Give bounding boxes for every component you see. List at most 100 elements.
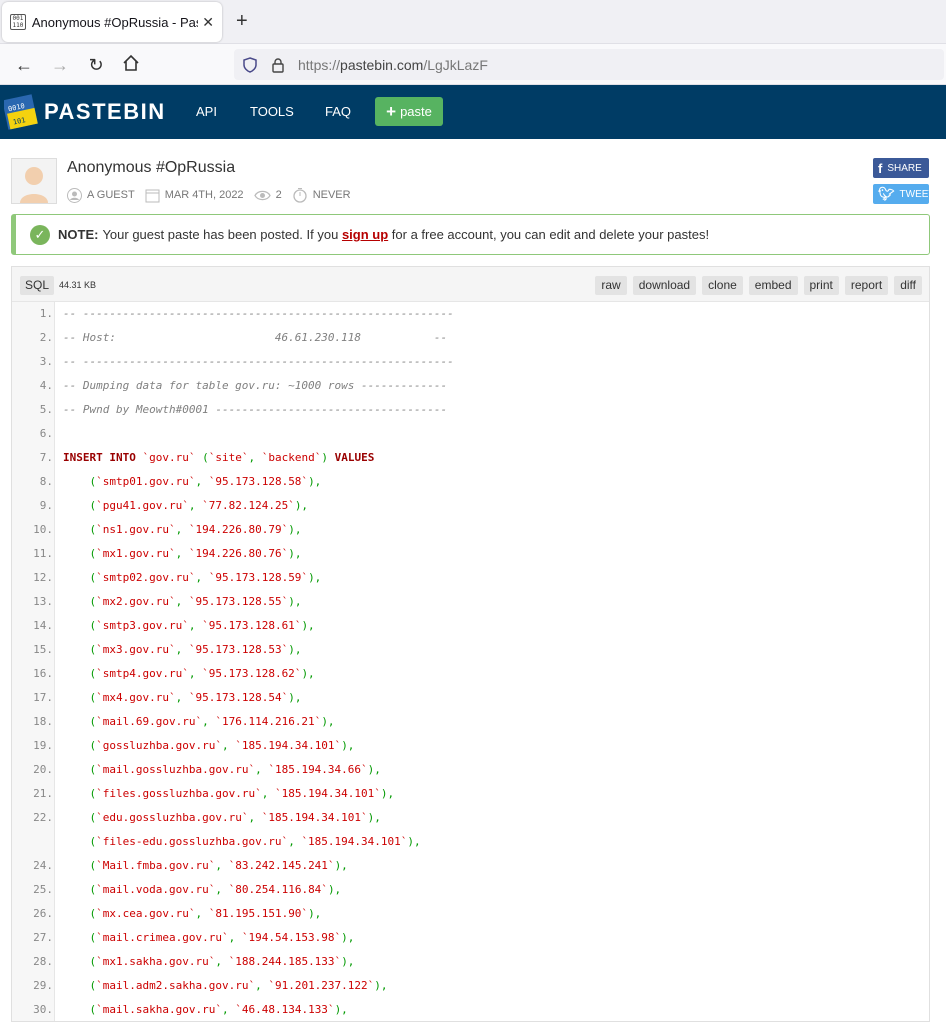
line-content: (`mail.voda.gov.ru`, `80.254.116.84`),: [63, 878, 341, 902]
new-paste-button[interactable]: + paste: [375, 97, 443, 126]
sql-punctuation: ,: [175, 643, 189, 656]
note-label: NOTE:: [58, 227, 99, 242]
date-meta: MAR 4TH, 2022: [145, 188, 244, 203]
pastebin-logo-icon[interactable]: 0010 101: [2, 93, 38, 131]
home-icon[interactable]: [120, 54, 142, 76]
sql-punctuation: (: [63, 643, 97, 656]
sql-punctuation: ,: [248, 811, 262, 824]
new-tab-icon[interactable]: +: [236, 10, 248, 32]
forward-icon[interactable]: →: [49, 54, 71, 76]
diff-button[interactable]: diff: [894, 276, 922, 295]
nav-api[interactable]: API: [196, 104, 217, 119]
sql-punctuation: (: [63, 547, 97, 560]
sql-punctuation: (: [63, 691, 97, 704]
sql-punctuation: ,: [195, 571, 209, 584]
ip-value: `46.48.134.133`: [235, 1003, 335, 1016]
eye-icon: [253, 190, 271, 200]
site-logo-text[interactable]: PASTEBIN: [44, 99, 166, 125]
sql-punctuation: ,: [255, 979, 269, 992]
syntax-language-badge[interactable]: SQL: [20, 276, 55, 295]
sql-punctuation: ,: [255, 763, 269, 776]
share-label: SHARE: [887, 162, 922, 174]
sql-punctuation: ),: [334, 1003, 348, 1016]
lock-icon[interactable]: [270, 57, 286, 73]
raw-button[interactable]: raw: [595, 276, 627, 295]
line-number: 14.: [33, 619, 53, 632]
code-panel: SQL 44.31 KB raw download clone embed pr…: [11, 266, 930, 1022]
site-value: `smtp02.gov.ru`: [96, 571, 196, 584]
sql-punctuation: ),: [308, 571, 322, 584]
calendar-icon: [145, 189, 160, 202]
shield-icon[interactable]: [242, 56, 258, 73]
sql-punctuation: ,: [195, 907, 209, 920]
facebook-share-button[interactable]: f SHARE: [873, 158, 929, 178]
download-button[interactable]: download: [632, 276, 697, 295]
paste-date: MAR 4TH, 2022: [164, 189, 244, 201]
code-line: 22. (`edu.gossluzhba.gov.ru`, `185.194.3…: [12, 806, 929, 830]
line-number: 13.: [33, 595, 53, 608]
line-content: (`mx4.gov.ru`, `95.173.128.54`),: [63, 686, 301, 710]
print-button[interactable]: print: [803, 276, 839, 295]
code-line: 6.: [12, 422, 929, 446]
line-content: -- -------------------------------------…: [63, 302, 454, 326]
sql-punctuation: ),: [380, 787, 395, 800]
code-line: 4. -- Dumping data for table gov.ru: ~100…: [12, 374, 929, 398]
line-number: 3.: [39, 355, 53, 368]
site-value: `mx1.gov.ru`: [96, 547, 176, 560]
address-bar[interactable]: https://pastebin.com/LgJkLazF: [234, 49, 944, 80]
back-icon[interactable]: ←: [13, 54, 35, 76]
sql-punctuation: ,: [175, 547, 189, 560]
sql-punctuation: (: [63, 883, 97, 896]
code-line: 7. INSERT INTO `gov.ru` (`site`, `backend…: [12, 446, 929, 470]
line-content: (`mx1.sakha.gov.ru`, `188.244.185.133`),: [63, 950, 354, 974]
report-button[interactable]: report: [844, 276, 889, 295]
sql-punctuation: ,: [202, 715, 216, 728]
code-line: 12. (`smtp02.gov.ru`, `95.173.128.59`),: [12, 566, 929, 590]
close-tab-icon[interactable]: ✕: [202, 14, 214, 31]
sql-punctuation: (: [63, 907, 97, 920]
clone-button[interactable]: clone: [702, 276, 743, 295]
sql-punctuation: (: [63, 955, 97, 968]
browser-tab[interactable]: 001 110 Anonymous #OpRussia - Pastebin.c…: [2, 2, 222, 42]
line-number: 25.: [33, 883, 53, 896]
user-icon: [67, 187, 82, 203]
line-content: (`mx1.gov.ru`, `194.226.80.76`),: [63, 542, 301, 566]
sql-punctuation: ),: [327, 883, 342, 896]
ip-value: `185.194.34.101`: [235, 739, 342, 752]
author-meta[interactable]: A GUEST: [67, 187, 135, 203]
sql-punctuation: ),: [334, 859, 348, 872]
sql-punctuation: ,: [188, 499, 203, 512]
sql-punctuation: ),: [301, 667, 315, 680]
code-line: 18. (`mail.69.gov.ru`, `176.114.216.21`)…: [12, 710, 929, 734]
line-number: 22.: [33, 811, 53, 824]
guest-paste-notice: ✓ NOTE: Your guest paste has been posted…: [11, 214, 930, 255]
reload-icon[interactable]: ↻: [85, 54, 107, 76]
twitter-icon: 🐦︎: [878, 186, 895, 201]
ip-value: `95.173.128.55`: [188, 595, 289, 608]
line-content: -- -------------------------------------…: [63, 350, 454, 374]
sql-punctuation: ,: [215, 883, 229, 896]
line-content: (`mail.crimea.gov.ru`, `194.54.153.98`),: [63, 926, 354, 950]
url-text[interactable]: https://pastebin.com/LgJkLazF: [298, 57, 488, 73]
sql-punctuation: ,: [188, 667, 203, 680]
paste-expiry: NEVER: [312, 189, 351, 201]
embed-button[interactable]: embed: [748, 276, 798, 295]
ip-value: `83.242.145.241`: [228, 859, 335, 872]
author-name[interactable]: A GUEST: [87, 189, 135, 201]
twitter-tweet-button[interactable]: 🐦︎ TWEET: [873, 184, 935, 204]
nav-tools[interactable]: TOOLS: [250, 104, 294, 119]
line-number: 6.: [39, 427, 53, 440]
site-value: `pgu41.gov.ru`: [96, 499, 189, 512]
avatar[interactable]: [11, 158, 57, 204]
line-number: 16.: [33, 667, 53, 680]
line-content: (`smtp4.gov.ru`, `95.173.128.62`),: [63, 662, 315, 686]
paste-actions: raw download clone embed print report di…: [595, 276, 922, 295]
sign-up-link[interactable]: sign up: [342, 227, 388, 242]
sql-punctuation: ,: [175, 595, 189, 608]
line-number: 28.: [33, 955, 53, 968]
favicon-text: 001 110: [12, 15, 24, 29]
line-number: 17.: [33, 691, 53, 704]
nav-faq[interactable]: FAQ: [325, 104, 351, 119]
line-number: 2.: [39, 331, 53, 344]
site-value: `files-edu.gossluzhba.gov.ru`: [96, 835, 289, 848]
